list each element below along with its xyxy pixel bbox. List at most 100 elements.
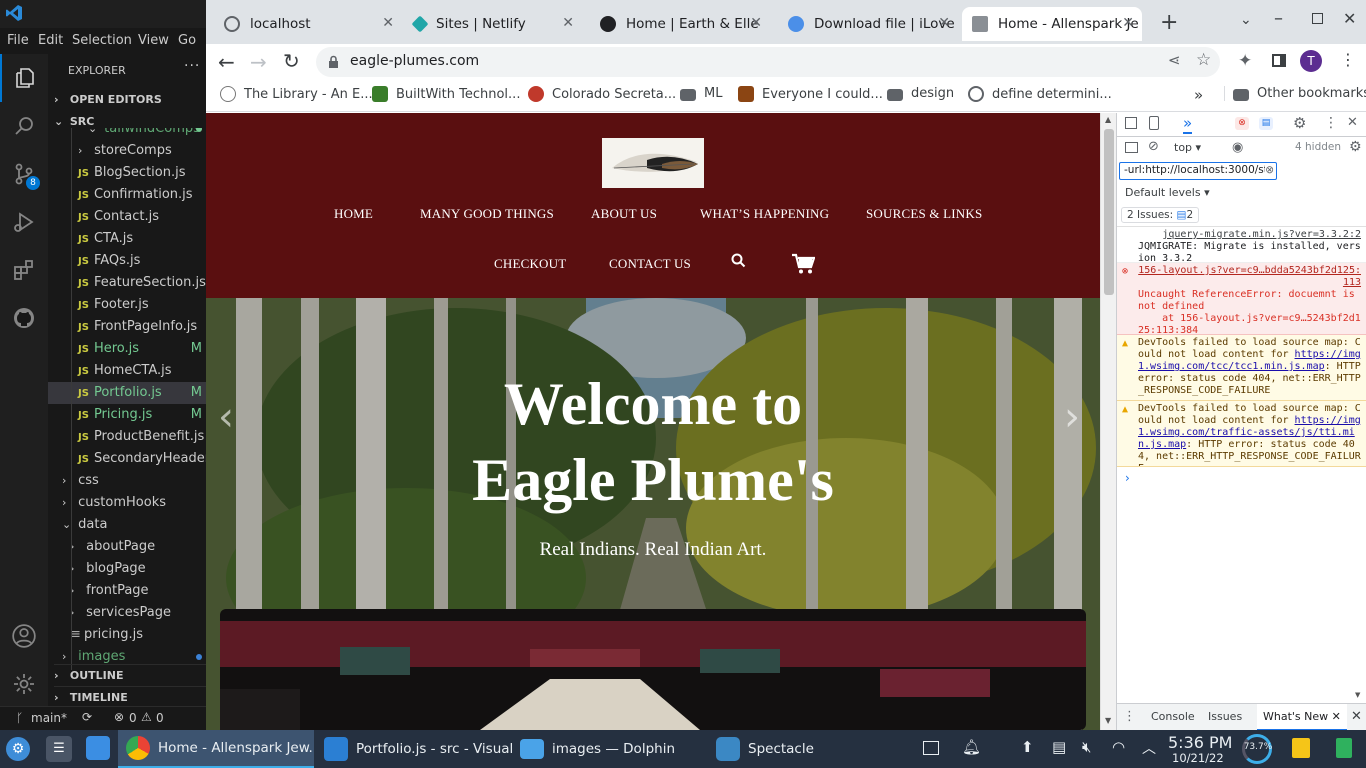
device-toolbar-icon[interactable] [1149, 116, 1159, 130]
error-badge-icon[interactable]: ⊗ [1235, 117, 1249, 130]
network-icon[interactable]: ◠ [1112, 738, 1125, 756]
nav-about-us[interactable]: ABOUT US [591, 206, 657, 222]
source-link[interactable]: jquery-migrate.min.js?ver=3.3.2:2 [1138, 229, 1361, 241]
updates-icon[interactable]: ⬆ [1021, 738, 1034, 756]
system-settings-icon[interactable]: ☰ [46, 736, 72, 762]
more-bookmarks-icon[interactable]: » [1194, 86, 1203, 104]
extensions-activity[interactable] [0, 246, 48, 294]
devtools-menu-icon[interactable]: ⋮ [1324, 115, 1338, 131]
forward-icon[interactable]: → [250, 50, 267, 74]
volume-muted-icon[interactable]: 🔇︎ [1082, 738, 1091, 756]
sticky-notes-icon[interactable] [1292, 738, 1310, 758]
devtools-scroll-icon[interactable]: ▼ [1355, 691, 1360, 699]
tab-search-icon[interactable]: ⌄ [1240, 12, 1252, 28]
more-tabs-icon[interactable]: » [1183, 114, 1193, 134]
tab-ilovepdf[interactable]: Download file | iLove ✕ [778, 7, 958, 41]
warning-count[interactable]: 0 [156, 711, 164, 725]
tray-expand-icon[interactable]: ︿ [1142, 738, 1156, 758]
console-message-warn[interactable]: ▲ DevTools failed to load source map: Cou… [1117, 335, 1366, 401]
drawer-tab-console[interactable]: Console [1151, 710, 1195, 723]
nav-many-good-things[interactable]: MANY GOOD THINGS [420, 206, 554, 222]
scrollbar-thumb[interactable] [1104, 129, 1114, 295]
other-bookmarks[interactable]: Other bookmarks [1224, 86, 1366, 101]
clock-date[interactable]: 10/21/22 [1172, 751, 1224, 765]
star-icon[interactable]: ☆ [1196, 50, 1211, 70]
branch-name[interactable]: main* [31, 711, 67, 725]
bookmark-everyone[interactable]: Everyone I could... [738, 86, 883, 102]
tab-localhost[interactable]: localhost ✕ [214, 7, 402, 41]
site-logo[interactable] [602, 138, 704, 188]
new-tab-button[interactable]: + [1160, 10, 1178, 35]
extensions-puzzle-icon[interactable]: ✦ [1238, 51, 1252, 71]
nav-checkout[interactable]: CHECKOUT [494, 256, 566, 272]
inspect-icon[interactable] [1125, 117, 1137, 129]
clock-time[interactable]: 5:36 PM [1168, 733, 1232, 752]
stack-trace[interactable]: at 156-layout.js?ver=c9…5243bf2d125:113:… [1138, 313, 1361, 334]
close-drawer-icon[interactable]: ✕ [1351, 709, 1362, 724]
nav-contact-us[interactable]: CONTACT US [609, 256, 691, 272]
console-message-info[interactable]: jquery-migrate.min.js?ver=3.3.2:2 JQMIGRA… [1117, 227, 1366, 263]
share-icon[interactable]: ⋖ [1168, 51, 1181, 69]
notifications-icon[interactable]: 🔔︎ [962, 738, 981, 756]
eye-icon[interactable]: ◉ [1232, 140, 1243, 155]
menu-file[interactable]: File [7, 33, 29, 48]
nav-whats-happening[interactable]: WHAT’S HAPPENING [700, 206, 829, 222]
issues-button[interactable]: 2 Issues: ▤2 [1121, 207, 1200, 223]
tab-netlify[interactable]: Sites | Netlify ✕ [402, 7, 582, 41]
explorer-activity[interactable] [0, 54, 48, 102]
tab-earth-elle[interactable]: Home | Earth & Elle ✕ [590, 7, 770, 41]
drawer-tab-whats-new[interactable]: What's New ✕ [1257, 704, 1347, 731]
clear-filter-icon[interactable]: ⊗ [1265, 163, 1274, 178]
cart-icon[interactable] [791, 253, 815, 275]
close-drawer-tab-icon[interactable]: ✕ [1332, 710, 1341, 723]
bookmark-colorado[interactable]: Colorado Secreta... [528, 86, 676, 102]
page-scrollbar[interactable]: ▲ ▼ [1100, 113, 1116, 730]
chrome-menu-icon[interactable]: ⋮ [1340, 50, 1356, 69]
sync-icon[interactable]: ⟳ [82, 710, 92, 724]
timeline-section[interactable]: › TIMELINE [54, 686, 206, 706]
close-tab-icon[interactable]: ✕ [1122, 15, 1134, 31]
back-icon[interactable]: ← [218, 50, 235, 74]
discover-icon[interactable] [86, 736, 110, 760]
close-tab-icon[interactable]: ✕ [382, 15, 394, 31]
tab-allenspark[interactable]: Home - Allenspark Je ✕ [962, 7, 1142, 41]
menu-selection[interactable]: Selection [72, 33, 132, 48]
source-link[interactable]: 156-layout.js?ver=c9…bdda5243bf2d125:113 [1138, 265, 1361, 289]
console-message-warn[interactable]: ▲ DevTools failed to load source map: Cou… [1117, 401, 1366, 467]
profile-avatar[interactable]: T [1300, 50, 1322, 72]
console-settings-icon[interactable]: ⚙ [1349, 139, 1362, 155]
context-select[interactable]: top ▾ [1174, 141, 1201, 154]
drawer-tab-issues[interactable]: Issues [1208, 710, 1242, 723]
close-tab-icon[interactable]: ✕ [938, 15, 950, 31]
task-chrome[interactable]: Home - Allenspark Jew... [118, 730, 314, 768]
accounts-activity[interactable] [0, 612, 48, 660]
close-tab-icon[interactable]: ✕ [750, 15, 762, 31]
bookmark-builtwith[interactable]: BuiltWith Technol... [372, 86, 520, 102]
bookmark-define[interactable]: define determini... [968, 86, 1112, 102]
menu-go[interactable]: Go [178, 33, 196, 48]
sidebar-toggle-icon[interactable] [1125, 142, 1138, 153]
url-text[interactable]: eagle-plumes.com [350, 53, 479, 69]
console-prompt-icon[interactable]: › [1125, 471, 1130, 485]
error-count[interactable]: 0 [129, 711, 137, 725]
nav-home[interactable]: HOME [334, 206, 373, 222]
source-control-activity[interactable]: 8 [0, 150, 48, 198]
github-activity[interactable] [0, 294, 48, 342]
clipboard-icon[interactable]: ▤ [1052, 738, 1066, 756]
outline-section[interactable]: › OUTLINE [54, 664, 206, 686]
search-activity[interactable] [0, 102, 48, 150]
close-window-icon[interactable]: ✕ [1343, 9, 1356, 28]
close-tab-icon[interactable]: ✕ [562, 15, 574, 31]
app-launcher-icon[interactable]: ⚙ [6, 737, 30, 761]
menu-view[interactable]: View [138, 33, 169, 48]
side-panel-icon[interactable] [1272, 54, 1286, 67]
console-message-error[interactable]: ⊗ 156-layout.js?ver=c9…bdda5243bf2d125:11… [1117, 263, 1366, 335]
open-editors-section[interactable]: › OPEN EDITORS [54, 89, 206, 111]
message-badge-icon[interactable]: ▤ [1259, 117, 1273, 130]
scroll-down-icon[interactable]: ▼ [1105, 716, 1111, 725]
more-actions-icon[interactable]: ··· [184, 58, 200, 74]
drawer-menu-icon[interactable]: ⋮ [1123, 709, 1136, 724]
manage-activity[interactable] [0, 660, 48, 708]
bookmark-library[interactable]: The Library - An E... [220, 86, 373, 102]
sheets-icon[interactable] [1336, 738, 1352, 758]
